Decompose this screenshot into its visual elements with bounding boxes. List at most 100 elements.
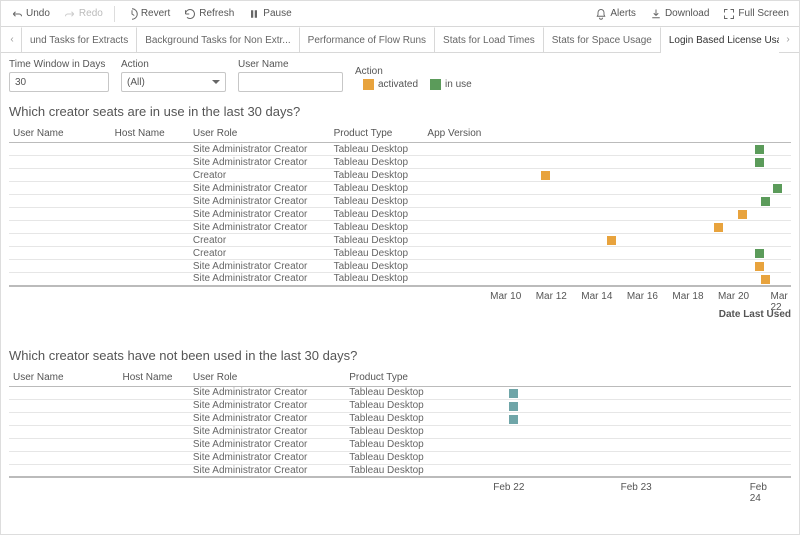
table-row[interactable]: Site Administrator CreatorTableau Deskto… [9, 451, 791, 464]
data-mark[interactable] [509, 389, 518, 398]
col-role[interactable]: User Role [189, 369, 345, 387]
plot-cell [447, 451, 791, 464]
col-role[interactable]: User Role [189, 125, 330, 143]
cell-role: Site Administrator Creator [189, 464, 345, 477]
axis-tick: Feb 24 [750, 482, 778, 504]
table-row[interactable]: Site Administrator CreatorTableau Deskto… [9, 273, 791, 286]
table-row[interactable]: Site Administrator CreatorTableau Deskto… [9, 156, 791, 169]
legend-label: activated [378, 79, 418, 90]
undo-button[interactable]: Undo [5, 3, 56, 25]
cell-role: Site Administrator Creator [189, 208, 330, 221]
table-row[interactable]: Site Administrator CreatorTableau Deskto… [9, 425, 791, 438]
cell-host [118, 438, 188, 451]
cell-host [111, 143, 189, 156]
cell-product: Tableau Desktop [330, 273, 424, 286]
section1-chart: User Name Host Name User Role Product Ty… [1, 125, 799, 328]
cell-host [118, 451, 188, 464]
data-mark[interactable] [607, 236, 616, 245]
col-host[interactable]: Host Name [111, 125, 189, 143]
table-row[interactable]: CreatorTableau Desktop [9, 234, 791, 247]
refresh-button[interactable]: Refresh [178, 3, 240, 25]
cell-product: Tableau Desktop [345, 399, 447, 412]
download-label: Download [665, 8, 709, 19]
data-mark[interactable] [755, 145, 764, 154]
legend-label: in use [445, 79, 472, 90]
table-row[interactable]: Site Administrator CreatorTableau Deskto… [9, 386, 791, 399]
cell-user [9, 438, 118, 451]
data-mark[interactable] [755, 158, 764, 167]
alerts-button[interactable]: Alerts [589, 3, 642, 25]
tab-4[interactable]: Stats for Space Usage [544, 27, 661, 53]
col-host[interactable]: Host Name [118, 369, 188, 387]
cell-host [111, 247, 189, 260]
col-product[interactable]: Product Type [330, 125, 424, 143]
data-mark[interactable] [541, 171, 550, 180]
cell-user [9, 464, 118, 477]
table-row[interactable]: Site Administrator CreatorTableau Deskto… [9, 221, 791, 234]
plot-cell [494, 221, 791, 234]
cell-host [118, 464, 188, 477]
data-mark[interactable] [738, 210, 747, 219]
cell-host [111, 221, 189, 234]
redo-button[interactable]: Redo [58, 3, 109, 25]
cell-user [9, 208, 111, 221]
data-mark[interactable] [714, 223, 723, 232]
tab-5[interactable]: Login Based License Usage [661, 28, 779, 53]
data-mark[interactable] [755, 249, 764, 258]
plot-cell [494, 273, 791, 286]
plot-cell [447, 464, 791, 477]
col-user[interactable]: User Name [9, 125, 111, 143]
data-mark[interactable] [773, 184, 782, 193]
plot-cell [447, 386, 791, 399]
table-row[interactable]: Site Administrator CreatorTableau Deskto… [9, 412, 791, 425]
table-row[interactable]: Site Administrator CreatorTableau Deskto… [9, 195, 791, 208]
download-button[interactable]: Download [644, 3, 715, 25]
dashboard-toolbar: Undo Redo Revert Refresh Pause Alerts Do… [1, 1, 799, 27]
cell-host [111, 169, 189, 182]
plot-cell [494, 247, 791, 260]
table-row[interactable]: Site Administrator CreatorTableau Deskto… [9, 260, 791, 273]
cell-user [9, 399, 118, 412]
cell-product: Tableau Desktop [345, 425, 447, 438]
table-row[interactable]: CreatorTableau Desktop [9, 247, 791, 260]
tab-3[interactable]: Stats for Load Times [435, 27, 544, 53]
cell-product: Tableau Desktop [345, 451, 447, 464]
data-mark[interactable] [755, 262, 764, 271]
plot-cell [494, 169, 791, 182]
cell-user [9, 260, 111, 273]
col-user[interactable]: User Name [9, 369, 118, 387]
cell-product: Tableau Desktop [330, 208, 424, 221]
revert-button[interactable]: Revert [120, 3, 176, 25]
col-product[interactable]: Product Type [345, 369, 447, 387]
legend-item-in use[interactable]: in use [430, 79, 472, 90]
time-window-input[interactable] [9, 72, 109, 92]
legend-swatch [363, 79, 374, 90]
table-row[interactable]: Site Administrator CreatorTableau Deskto… [9, 143, 791, 156]
revert-icon [126, 8, 138, 20]
bell-icon [595, 8, 607, 20]
tab-1[interactable]: Background Tasks for Non Extr... [137, 27, 299, 53]
cell-host [111, 182, 189, 195]
fullscreen-button[interactable]: Full Screen [717, 3, 795, 25]
axis-tick: Feb 23 [621, 482, 652, 493]
col-version[interactable]: App Version [423, 125, 493, 143]
pause-button[interactable]: Pause [242, 3, 297, 25]
table-row[interactable]: CreatorTableau Desktop [9, 169, 791, 182]
table-row[interactable]: Site Administrator CreatorTableau Deskto… [9, 208, 791, 221]
data-mark[interactable] [761, 275, 770, 284]
tab-scroll-left[interactable]: ‹ [3, 34, 21, 45]
data-mark[interactable] [509, 402, 518, 411]
tab-2[interactable]: Performance of Flow Runs [300, 27, 435, 53]
data-mark[interactable] [761, 197, 770, 206]
table-row[interactable]: Site Administrator CreatorTableau Deskto… [9, 438, 791, 451]
table-row[interactable]: Site Administrator CreatorTableau Deskto… [9, 182, 791, 195]
table-row[interactable]: Site Administrator CreatorTableau Deskto… [9, 399, 791, 412]
legend-item-activated[interactable]: activated [363, 79, 418, 90]
action-select[interactable]: (All) [121, 72, 226, 92]
user-name-input[interactable] [238, 72, 343, 92]
tab-0[interactable]: und Tasks for Extracts [21, 27, 137, 53]
cell-role: Site Administrator Creator [189, 182, 330, 195]
tab-scroll-right[interactable]: › [779, 34, 797, 45]
table-row[interactable]: Site Administrator CreatorTableau Deskto… [9, 464, 791, 477]
data-mark[interactable] [509, 415, 518, 424]
